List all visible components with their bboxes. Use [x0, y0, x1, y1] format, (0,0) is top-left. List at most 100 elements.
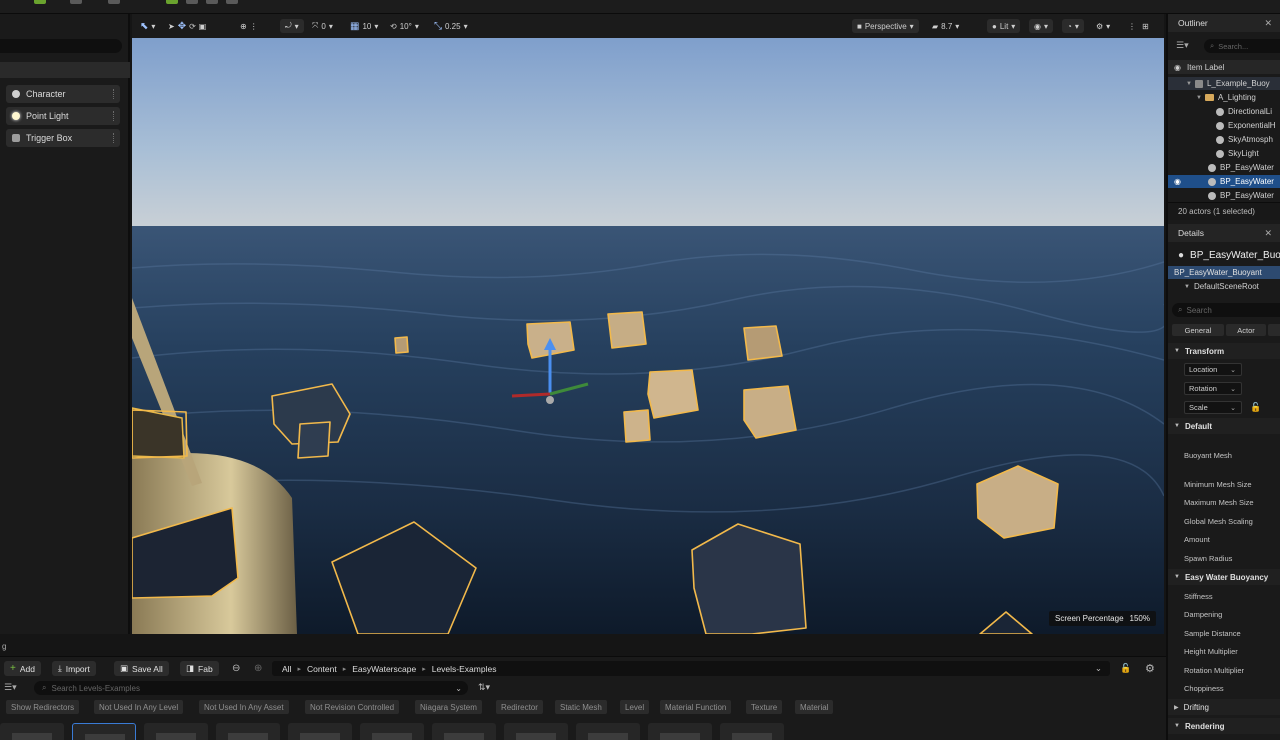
play-in-editor-icon[interactable]	[166, 0, 178, 4]
visibility-eye-icon[interactable]: ◉	[1174, 177, 1208, 186]
drag-handle-icon[interactable]	[113, 89, 115, 99]
filter-chip[interactable]: Not Used In Any Asset	[199, 700, 289, 714]
rotation-dropdown[interactable]: Rotation ⌄	[1184, 382, 1242, 395]
drag-handle-icon[interactable]	[113, 133, 115, 143]
rotate-snap-button[interactable]: ⤧ 0 ▾	[312, 19, 333, 33]
history-back-icon[interactable]: ⊖	[232, 663, 240, 674]
angle-snap-button[interactable]: ⟲ 10° ▾	[390, 19, 419, 33]
lock-icon[interactable]: 🔓	[1250, 402, 1261, 413]
scale-snap-button[interactable]: ⤡ 0.25 ▾	[434, 19, 468, 33]
scale-dropdown[interactable]: Scale ⌄	[1184, 401, 1242, 414]
toolbar-icon[interactable]	[206, 0, 218, 4]
tab-details[interactable]: Details ✕	[1168, 224, 1280, 242]
outliner-search-input[interactable]: ⌕ Search...	[1204, 39, 1280, 53]
component-root-row[interactable]: ▼ DefaultSceneRoot	[1168, 280, 1280, 293]
world-local-toggle[interactable]: ⊕ ⋮	[240, 19, 258, 33]
place-item-character[interactable]: Character	[6, 85, 120, 103]
select-mode-dropdown[interactable]: ⬉ ▾	[140, 19, 155, 33]
outliner-row[interactable]: BP_EasyWater	[1168, 189, 1280, 202]
filter-icon[interactable]: ☰▾	[1176, 40, 1189, 51]
show-flags-dropdown[interactable]: ◉ ▾	[1029, 19, 1053, 33]
lighting-mode-dropdown[interactable]: ● Lit ▾	[987, 19, 1021, 33]
camera-speed-dropdown[interactable]: ▰ 8.7 ▾	[932, 19, 959, 33]
transform-tools[interactable]: ➤ ✥ ⟳ ▣	[168, 19, 206, 33]
fab-button[interactable]: ◨ Fab	[180, 661, 219, 676]
surface-snap-button[interactable]: ⤾ ▾	[280, 19, 304, 33]
toolbar-icon[interactable]	[108, 0, 120, 4]
section-easy-water-buoyancy[interactable]: ▼ Easy Water Buoyancy	[1168, 569, 1280, 585]
grid-snap-button[interactable]: ▦ 10 ▾	[350, 19, 378, 33]
chevron-down-icon[interactable]: ▼	[1196, 95, 1202, 101]
details-search-input[interactable]: ⌕ Search	[1172, 303, 1280, 317]
chevron-down-icon[interactable]: ▼	[1186, 81, 1192, 87]
place-item-point-light[interactable]: Point Light	[6, 107, 120, 125]
import-button[interactable]: ⤓ Import	[52, 661, 96, 676]
filter-chip[interactable]: Show Redirectors	[6, 700, 80, 714]
add-button[interactable]: + Add	[4, 661, 41, 676]
viewport-settings-button[interactable]: ⚙ ▾	[1096, 19, 1110, 33]
toolbar-icon[interactable]	[70, 0, 82, 4]
history-forward-icon[interactable]: ⊕	[254, 663, 262, 674]
outliner-row[interactable]: SkyLight	[1168, 147, 1280, 160]
asset-tile[interactable]	[0, 723, 64, 740]
asset-tile[interactable]	[216, 723, 280, 740]
filter-chip[interactable]: Not Revision Controlled	[305, 700, 400, 714]
rotate-icon[interactable]: ⟳	[189, 22, 196, 31]
outliner-row[interactable]: ▼ A_Lighting	[1168, 91, 1280, 104]
section-default[interactable]: ▼ Default	[1168, 418, 1280, 434]
view-mode-dropdown[interactable]: ■ Perspective ▾	[852, 19, 919, 33]
sort-icon[interactable]: ⇅▾	[478, 682, 490, 693]
details-tab-actor[interactable]: Actor	[1226, 324, 1266, 336]
viewport-options-button[interactable]: ⋮	[1128, 19, 1136, 33]
filter-chip[interactable]: Material Function	[660, 700, 732, 714]
visibility-eye-icon[interactable]: ◉	[1174, 63, 1181, 72]
toolbar-icon[interactable]	[226, 0, 238, 4]
asset-tile[interactable]	[504, 723, 568, 740]
place-item-trigger-box[interactable]: Trigger Box	[6, 129, 120, 147]
filter-chip[interactable]: Texture	[746, 700, 783, 714]
play-icon[interactable]	[34, 0, 46, 4]
gear-icon[interactable]: ⚙	[1145, 662, 1155, 675]
asset-tile[interactable]	[648, 723, 712, 740]
asset-tile[interactable]	[144, 723, 208, 740]
breadcrumb-all[interactable]: All	[282, 664, 291, 674]
select-icon[interactable]: ➤	[168, 22, 175, 31]
chevron-down-icon[interactable]: ⌄	[1095, 663, 1102, 674]
lock-icon[interactable]: 🔓	[1120, 663, 1131, 674]
tab-outliner[interactable]: Outliner ✕	[1168, 14, 1280, 32]
toolbar-icon[interactable]	[186, 0, 198, 4]
save-all-button[interactable]: ▣ Save All	[114, 661, 169, 676]
outliner-row-selected[interactable]: ◉ BP_EasyWater	[1168, 175, 1280, 188]
move-icon[interactable]: ✥	[178, 21, 186, 32]
outliner-column-header[interactable]: ◉ Item Label	[1168, 60, 1280, 74]
section-rendering[interactable]: ▼ Rendering	[1168, 718, 1280, 734]
outliner-row[interactable]: ExponentialH	[1168, 119, 1280, 132]
filter-icon[interactable]: ☰▾	[4, 682, 17, 693]
outliner-row[interactable]: DirectionalLi	[1168, 105, 1280, 118]
component-instance-row[interactable]: BP_EasyWater_Buoyant	[1168, 266, 1280, 279]
breadcrumb-easywaterscape[interactable]: EasyWaterscape	[352, 664, 416, 674]
outliner-row[interactable]: ▼ L_Example_Buoy	[1168, 77, 1280, 90]
content-search-input[interactable]: ⌕ Search Levels-Examples ⌄	[34, 681, 468, 695]
filter-chip[interactable]: Static Mesh	[555, 700, 607, 714]
asset-tile[interactable]	[432, 723, 496, 740]
viewport-layout-button[interactable]: ⊞	[1142, 19, 1149, 33]
details-tab-more[interactable]	[1268, 324, 1280, 336]
asset-tile[interactable]	[360, 723, 424, 740]
place-actors-category-header[interactable]	[0, 62, 130, 78]
drag-handle-icon[interactable]	[113, 111, 115, 121]
breadcrumb-levels-examples[interactable]: Levels-Examples	[432, 664, 497, 674]
level-viewport[interactable]: ⬉ ▾ ➤ ✥ ⟳ ▣ ⊕ ⋮ ⤾ ▾ ⤧ 0 ▾ ▦ 10 ▾ ⟲ 10° ▾ ⤡ 0.25 ▾ ■…	[132, 14, 1164, 634]
chevron-down-icon[interactable]: ▼	[1184, 284, 1190, 290]
breadcrumb-content[interactable]: Content	[307, 664, 337, 674]
place-actors-search[interactable]	[0, 39, 122, 53]
outliner-row[interactable]: BP_EasyWater	[1168, 161, 1280, 174]
filter-chip[interactable]: Material	[795, 700, 834, 714]
ocean-scene[interactable]	[132, 38, 1164, 634]
asset-tile[interactable]	[720, 723, 784, 740]
section-transform[interactable]: ▼ Transform	[1168, 343, 1280, 359]
outliner-row[interactable]: SkyAtmosph	[1168, 133, 1280, 146]
scale-icon[interactable]: ▣	[199, 22, 207, 31]
section-drifting[interactable]: ▶ Drifting	[1168, 699, 1280, 715]
location-dropdown[interactable]: Location ⌄	[1184, 363, 1242, 376]
